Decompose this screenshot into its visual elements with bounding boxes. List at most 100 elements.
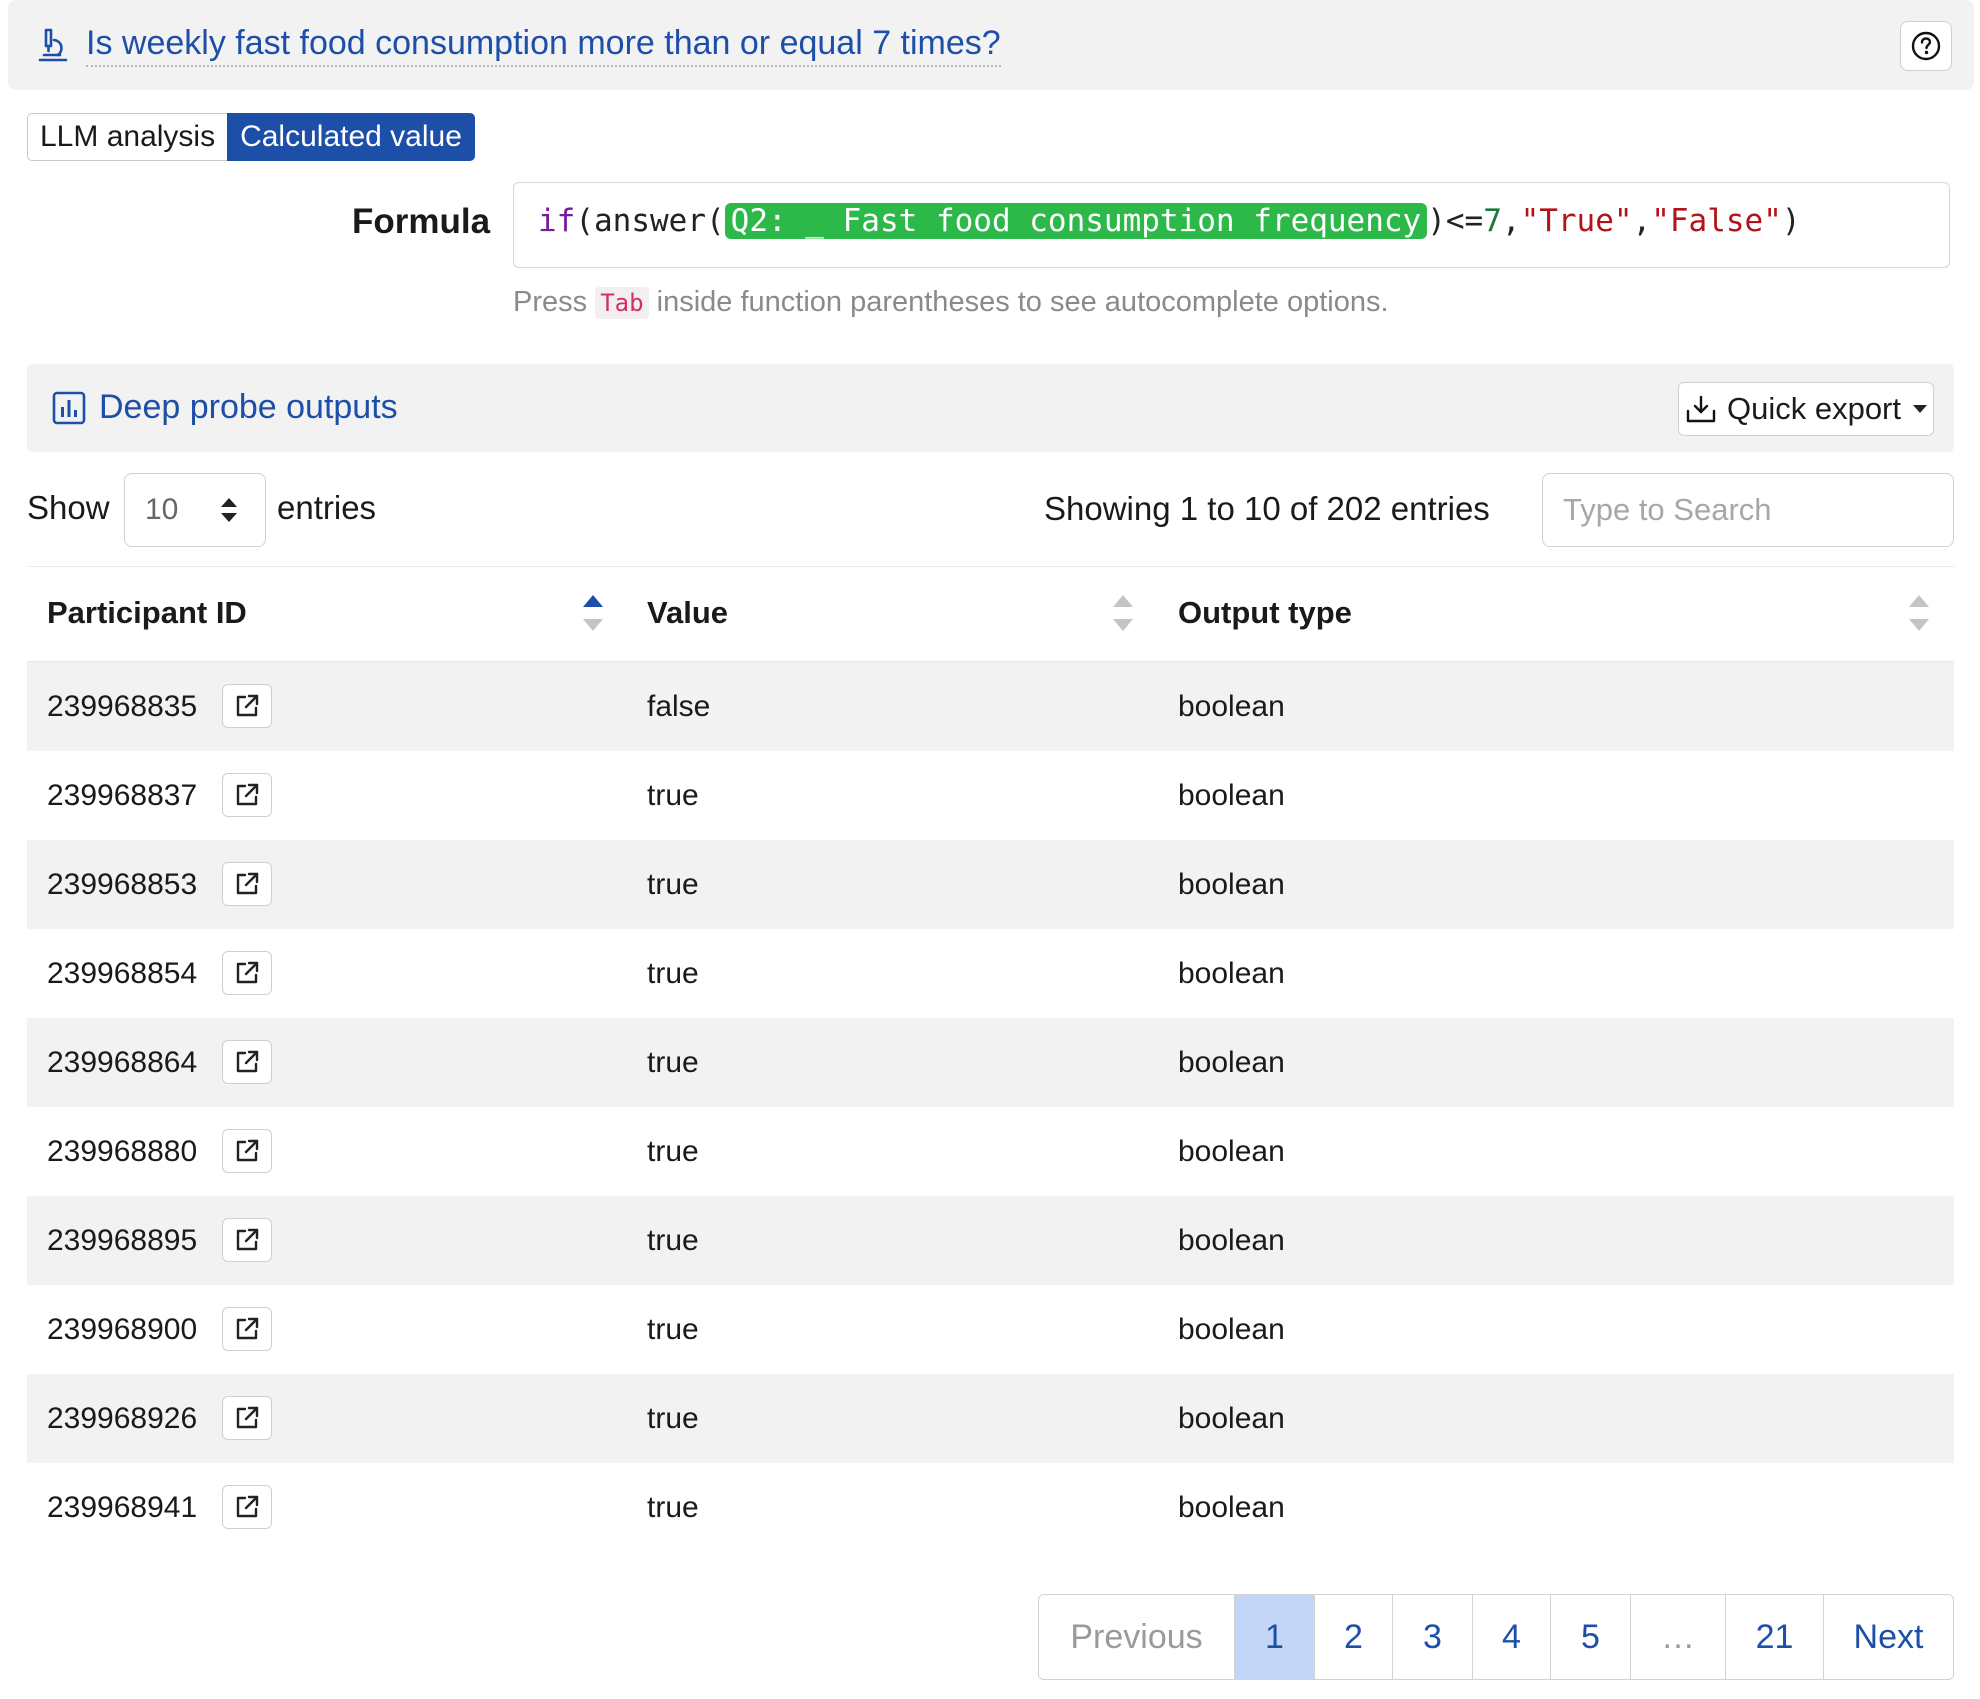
formula-editor[interactable]: if(answer(Q2: _ Fast food consumption fr… xyxy=(513,182,1950,268)
formula-hint: Press Tab inside function parentheses to… xyxy=(513,286,1389,319)
open-participant-button[interactable] xyxy=(222,684,272,728)
output-type-cell: boolean xyxy=(1178,957,1285,990)
hint-prefix: Press xyxy=(513,286,588,318)
help-circle-icon xyxy=(1911,31,1941,61)
column-header-participant-id[interactable]: Participant ID xyxy=(47,595,247,631)
tab-calculated-value[interactable]: Calculated value xyxy=(227,113,475,161)
pagination-page-2[interactable]: 2 xyxy=(1314,1595,1392,1679)
table-row: 239968895 true boolean xyxy=(27,1196,1954,1285)
value-cell: true xyxy=(647,1135,699,1168)
open-participant-button[interactable] xyxy=(222,1307,272,1351)
participant-id: 239968837 xyxy=(47,779,198,812)
open-participant-button[interactable] xyxy=(222,951,272,995)
output-type-cell: boolean xyxy=(1178,1224,1285,1257)
formula-question-token[interactable]: Q2: _ Fast food consumption frequency xyxy=(724,203,1428,239)
open-participant-button[interactable] xyxy=(222,1218,272,1262)
pagination-page-4[interactable]: 4 xyxy=(1472,1595,1550,1679)
sort-asc-icon[interactable] xyxy=(581,591,605,637)
pagination-page-1[interactable]: 1 xyxy=(1234,1595,1314,1679)
show-label: Show xyxy=(27,489,110,526)
sort-arrows-icon xyxy=(221,498,237,522)
formula-operator: )<= xyxy=(1427,203,1484,239)
participant-id: 239968835 xyxy=(47,690,198,723)
question-header: Is weekly fast food consumption more tha… xyxy=(8,0,1974,90)
pagination-previous[interactable]: Previous xyxy=(1039,1595,1234,1679)
formula-paren: ( xyxy=(705,203,725,239)
pagination-page-5[interactable]: 5 xyxy=(1550,1595,1630,1679)
participant-id: 239968854 xyxy=(47,957,198,990)
quick-export-label: Quick export xyxy=(1726,391,1901,426)
formula-number: 7 xyxy=(1483,203,1502,239)
formula-paren: ( xyxy=(575,203,594,239)
external-link-icon xyxy=(236,1317,259,1340)
mode-toggle: LLM analysis Calculated value xyxy=(27,113,475,161)
external-link-icon xyxy=(236,694,259,717)
pagination-next[interactable]: Next xyxy=(1823,1595,1953,1679)
table-header: Participant ID Value Output type xyxy=(27,566,1954,662)
value-cell: true xyxy=(647,1224,699,1257)
formula-false-string: "False" xyxy=(1651,203,1782,239)
external-link-icon xyxy=(236,1050,259,1073)
table-row: 239968880 true boolean xyxy=(27,1107,1954,1196)
help-button[interactable] xyxy=(1900,21,1952,71)
open-participant-button[interactable] xyxy=(222,862,272,906)
value-cell: true xyxy=(647,779,699,812)
question-title[interactable]: Is weekly fast food consumption more tha… xyxy=(86,24,1001,67)
open-participant-button[interactable] xyxy=(222,1040,272,1084)
pagination: Previous 1 2 3 4 5 … 21 Next xyxy=(1038,1594,1954,1680)
hint-suffix: inside function parentheses to see autoc… xyxy=(656,286,1389,318)
tab-llm-analysis[interactable]: LLM analysis xyxy=(27,113,228,161)
output-type-cell: boolean xyxy=(1178,1135,1285,1168)
search-input[interactable] xyxy=(1542,473,1954,547)
value-cell: true xyxy=(647,1402,699,1435)
column-header-value[interactable]: Value xyxy=(647,595,728,631)
output-type-cell: boolean xyxy=(1178,1313,1285,1346)
sort-icon[interactable] xyxy=(1907,591,1931,637)
output-type-cell: boolean xyxy=(1178,868,1285,901)
deep-probe-title: Deep probe outputs xyxy=(99,388,398,426)
output-type-cell: boolean xyxy=(1178,1491,1285,1524)
sort-icon[interactable] xyxy=(1111,591,1135,637)
formula-code[interactable]: if(answer(Q2: _ Fast food consumption fr… xyxy=(538,203,1801,239)
table-row: 239968853 true boolean xyxy=(27,840,1954,929)
pagination-page-21[interactable]: 21 xyxy=(1725,1595,1823,1679)
value-cell: true xyxy=(647,868,699,901)
table-row: 239968854 true boolean xyxy=(27,929,1954,1018)
microscope-icon xyxy=(38,28,68,62)
participant-id: 239968864 xyxy=(47,1046,198,1079)
table-row: 239968941 true boolean xyxy=(27,1463,1954,1552)
participant-id: 239968941 xyxy=(47,1491,198,1524)
external-link-icon xyxy=(236,1495,259,1518)
output-type-cell: boolean xyxy=(1178,1046,1285,1079)
column-header-output-type[interactable]: Output type xyxy=(1178,595,1352,631)
page: Is weekly fast food consumption more tha… xyxy=(0,0,1980,1699)
chevron-down-icon xyxy=(1913,405,1927,413)
formula-comma: , xyxy=(1632,203,1652,239)
entries-label: entries xyxy=(277,489,377,526)
value-cell: false xyxy=(647,690,711,723)
table-row: 239968900 true boolean xyxy=(27,1285,1954,1374)
quick-export-button[interactable]: Quick export xyxy=(1678,382,1934,436)
open-participant-button[interactable] xyxy=(222,773,272,817)
table-row: 239968835 false boolean xyxy=(27,662,1954,751)
output-type-cell: boolean xyxy=(1178,1402,1285,1435)
bar-chart-icon xyxy=(52,391,86,425)
participant-id: 239968853 xyxy=(47,868,198,901)
formula-fn-answer: answer xyxy=(594,203,706,239)
formula-paren: ) xyxy=(1781,203,1801,239)
pagination-page-3[interactable]: 3 xyxy=(1392,1595,1472,1679)
page-size-select[interactable]: 10 xyxy=(124,473,266,547)
external-link-icon xyxy=(236,961,259,984)
external-link-icon xyxy=(236,1406,259,1429)
page-size-value: 10 xyxy=(145,493,179,526)
open-participant-button[interactable] xyxy=(222,1396,272,1440)
external-link-icon xyxy=(236,872,259,895)
pagination-ellipsis: … xyxy=(1630,1595,1725,1679)
download-icon xyxy=(1686,395,1716,423)
open-participant-button[interactable] xyxy=(222,1485,272,1529)
value-cell: true xyxy=(647,1491,699,1524)
table-row: 239968837 true boolean xyxy=(27,751,1954,840)
participant-id: 239968900 xyxy=(47,1313,198,1346)
participant-id: 239968926 xyxy=(47,1402,198,1435)
open-participant-button[interactable] xyxy=(222,1129,272,1173)
